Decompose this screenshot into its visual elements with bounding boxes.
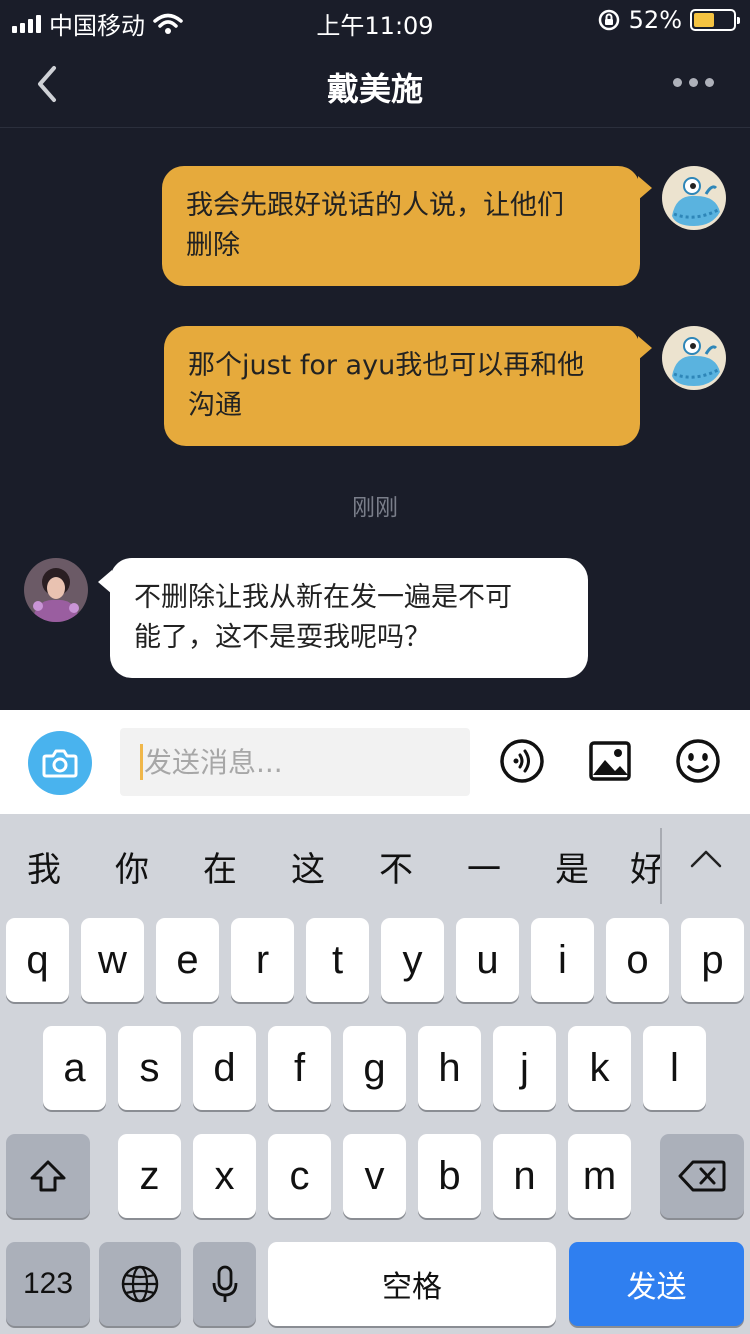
more-dots-icon[interactable]: [673, 78, 714, 87]
monster-avatar-icon: [662, 166, 726, 230]
message-bubble-outgoing[interactable]: 那个just for ayu我也可以再和他 沟通: [164, 326, 640, 446]
monster-avatar-icon: [662, 326, 726, 390]
key-l[interactable]: l: [643, 1026, 706, 1110]
emoji-icon: [676, 739, 720, 783]
candidate-word[interactable]: 好: [630, 842, 662, 891]
image-icon: [589, 741, 631, 781]
orientation-lock-icon: [598, 9, 619, 31]
backspace-key[interactable]: [660, 1134, 744, 1218]
key-d[interactable]: d: [193, 1026, 256, 1110]
chevron-up-icon[interactable]: [686, 844, 726, 874]
candidate-word[interactable]: 这: [278, 842, 338, 891]
shift-key[interactable]: [6, 1134, 90, 1218]
candidate-word[interactable]: 在: [190, 842, 250, 891]
my-avatar[interactable]: [662, 166, 726, 230]
candidate-word[interactable]: 我: [14, 842, 74, 891]
candidate-divider: [660, 828, 662, 904]
status-bar: 中国移动 上午11:09 52%: [0, 0, 750, 40]
key-z[interactable]: z: [118, 1134, 181, 1218]
key-a[interactable]: a: [43, 1026, 106, 1110]
camera-icon: [42, 749, 78, 778]
key-h[interactable]: h: [418, 1026, 481, 1110]
candidate-word[interactable]: 不: [366, 842, 426, 891]
shift-icon: [30, 1160, 66, 1192]
message-text: 不删除让我从新在发一遍是不可: [134, 582, 512, 613]
globe-key[interactable]: [99, 1242, 181, 1326]
key-p[interactable]: p: [681, 918, 744, 1002]
camera-button[interactable]: [28, 731, 92, 795]
message-text: 那个just for ayu我也可以再和他: [188, 350, 585, 381]
voice-icon: [500, 739, 544, 783]
key-o[interactable]: o: [606, 918, 669, 1002]
contact-photo-icon: [24, 558, 88, 622]
backspace-icon: [678, 1160, 726, 1192]
message-text: 能了，这不是耍我呢吗？: [134, 622, 431, 653]
key-m[interactable]: m: [568, 1134, 631, 1218]
key-i[interactable]: i: [531, 918, 594, 1002]
message-input[interactable]: [120, 728, 470, 796]
candidate-bar: 我 你 在 这 不 一 是 好: [0, 814, 750, 914]
message-bubble-incoming[interactable]: 不删除让我从新在发一遍是不可 能了，这不是耍我呢吗？: [110, 558, 588, 678]
emoji-button[interactable]: [673, 736, 723, 786]
image-button[interactable]: [585, 736, 635, 786]
keyboard: 我 你 在 这 不 一 是 好 q w e r t y u i o p a s …: [0, 814, 750, 1334]
key-r[interactable]: r: [231, 918, 294, 1002]
space-key[interactable]: 空格: [268, 1242, 556, 1326]
key-x[interactable]: x: [193, 1134, 256, 1218]
key-t[interactable]: t: [306, 918, 369, 1002]
battery-icon: [690, 9, 740, 31]
key-u[interactable]: u: [456, 918, 519, 1002]
nav-bar: 戴美施: [0, 40, 750, 128]
message-bubble-outgoing[interactable]: 我会先跟好说话的人说，让他们 删除: [162, 166, 640, 286]
candidate-word[interactable]: 你: [102, 842, 162, 891]
key-j[interactable]: j: [493, 1026, 556, 1110]
message-text: 删除: [186, 230, 240, 261]
key-b[interactable]: b: [418, 1134, 481, 1218]
chat-area[interactable]: 我会先跟好说话的人说，让他们 删除 那个just for ayu我也可以再和他 …: [0, 128, 750, 710]
message-text: 沟通: [188, 390, 242, 421]
microphone-icon: [212, 1265, 237, 1302]
timestamp-label: 刚刚: [352, 495, 398, 521]
candidate-word[interactable]: 一: [454, 842, 514, 891]
send-key[interactable]: 发送: [569, 1242, 744, 1326]
key-v[interactable]: v: [343, 1134, 406, 1218]
key-n[interactable]: n: [493, 1134, 556, 1218]
key-k[interactable]: k: [568, 1026, 631, 1110]
key-e[interactable]: e: [156, 918, 219, 1002]
key-s[interactable]: s: [118, 1026, 181, 1110]
bubble-tail: [638, 176, 652, 200]
key-f[interactable]: f: [268, 1026, 331, 1110]
key-g[interactable]: g: [343, 1026, 406, 1110]
contact-avatar[interactable]: [24, 558, 88, 622]
key-y[interactable]: y: [381, 918, 444, 1002]
key-c[interactable]: c: [268, 1134, 331, 1218]
numbers-key[interactable]: 123: [6, 1242, 90, 1326]
battery-percent: 52%: [628, 6, 682, 34]
voice-button[interactable]: [497, 736, 547, 786]
message-text: 我会先跟好说话的人说，让他们: [186, 190, 564, 221]
conversation-title: 戴美施: [326, 70, 423, 108]
message-input-bar: [0, 710, 750, 814]
my-avatar[interactable]: [662, 326, 726, 390]
globe-icon: [121, 1265, 159, 1303]
key-w[interactable]: w: [81, 918, 144, 1002]
key-q[interactable]: q: [6, 918, 69, 1002]
text-caret: [140, 744, 143, 780]
bubble-tail: [638, 336, 652, 360]
microphone-key[interactable]: [193, 1242, 256, 1326]
candidate-word[interactable]: 是: [542, 842, 602, 891]
